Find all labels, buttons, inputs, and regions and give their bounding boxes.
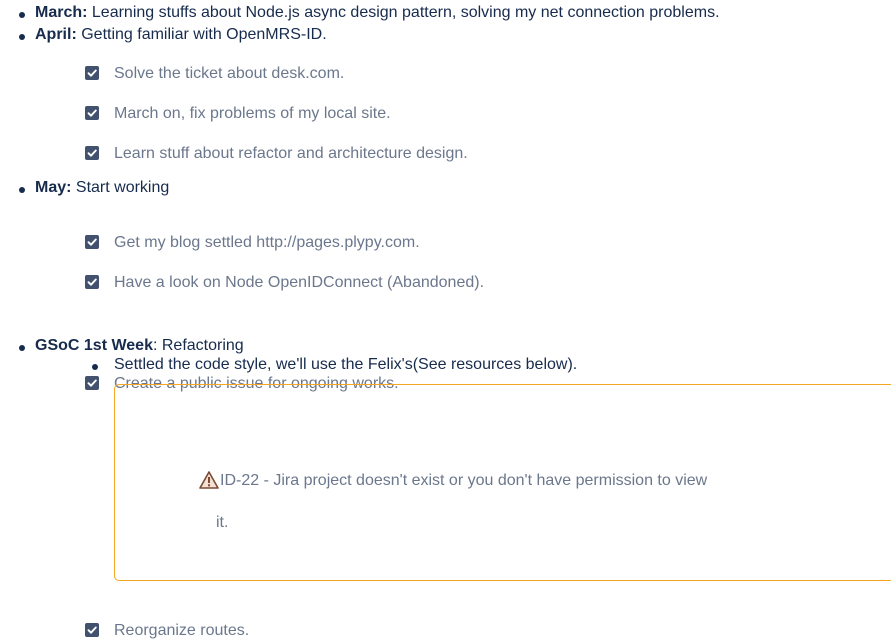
page: March: Learning stuffs about Node.js asy… [0, 0, 891, 644]
item-text: : Refactoring [152, 337, 244, 354]
bullet-dot [19, 34, 25, 40]
checkbox-checked[interactable] [85, 146, 99, 160]
jira-error-message: ID-22 - Jira project doesn't exist or yo… [220, 470, 707, 492]
warning-icon [199, 471, 219, 489]
item-label: March: [35, 4, 88, 21]
item-label: GSoC 1st Week [35, 337, 153, 354]
checkbox-checked[interactable] [85, 106, 99, 120]
task-text: Have a look on Node OpenIDConnect (Aband… [114, 274, 485, 291]
item-text: Start working [71, 179, 170, 196]
checkbox-checked[interactable] [85, 376, 99, 390]
list-item-march: March: Learning stuffs about Node.js asy… [35, 3, 720, 23]
list-item-may: May: Start working [35, 178, 169, 198]
item-text: Getting familiar with OpenMRS-ID. [76, 26, 327, 43]
checkbox-checked[interactable] [85, 275, 99, 289]
checkmark-icon [87, 149, 97, 157]
bullet-dot [19, 12, 25, 18]
task-text: Get my blog settled http://pages.plypy.c… [114, 234, 420, 251]
task-text: Reorganize routes. [114, 622, 250, 639]
task-text: Learn stuff about refactor and architect… [114, 145, 468, 162]
checkmark-icon [87, 626, 97, 634]
jira-error-text: ID-22 - Jira project doesn't exist or yo… [220, 472, 708, 489]
task-text: March on, fix problems of my local site. [114, 105, 391, 122]
checkbox-checked[interactable] [85, 66, 99, 80]
item-label: April: [35, 26, 77, 43]
bullet-dot [19, 345, 25, 351]
bullet-dot [92, 364, 98, 370]
item-text: Learning stuffs about Node.js async desi… [87, 4, 720, 21]
jira-error-continuation: it. [216, 514, 229, 531]
checkmark-icon [87, 278, 97, 286]
checkbox-checked[interactable] [85, 235, 99, 249]
checkmark-icon [87, 69, 97, 77]
checkmark-icon [87, 238, 97, 246]
checkbox-checked[interactable] [85, 623, 99, 637]
bullet-dot [19, 187, 25, 193]
task-text: Solve the ticket about desk.com. [114, 65, 345, 82]
checkmark-icon [87, 379, 97, 387]
list-item-april: April: Getting familiar with OpenMRS-ID. [35, 25, 327, 45]
sub-list-item: Settled the code style, we'll use the Fe… [114, 356, 578, 373]
item-label: May: [35, 179, 72, 196]
checkmark-icon [87, 109, 97, 117]
list-item-gsoc: GSoC 1st Week: Refactoring [35, 336, 244, 356]
